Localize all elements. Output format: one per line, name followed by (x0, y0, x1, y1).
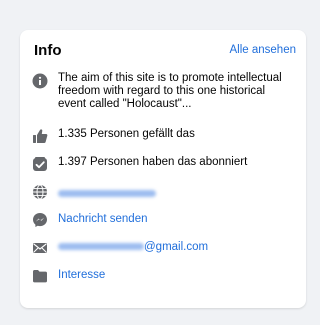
envelope-icon (32, 240, 48, 256)
likes-count: 1.335 Personen gefällt das (58, 128, 195, 140)
email-domain: @gmail.com (144, 241, 209, 253)
follow-check-icon (32, 156, 48, 172)
about-description-row: The aim of this site is to promote intel… (32, 72, 298, 111)
send-message-link[interactable]: Nachricht senden (58, 213, 148, 226)
website-text: http://codoh.com/ (156, 188, 157, 189)
globe-icon (32, 184, 48, 200)
category-icon (32, 268, 48, 284)
messenger-icon (32, 212, 48, 228)
thumbs-up-icon (32, 128, 48, 144)
see-all-link[interactable]: Alle ansehen (230, 44, 297, 56)
category-row: Interesse (32, 268, 298, 284)
card-title: Info (34, 41, 62, 59)
website-row: http://codoh.com/ (32, 184, 298, 201)
info-card: Info Alle ansehen The aim of this site i… (20, 30, 306, 308)
category-link[interactable]: Interesse (58, 269, 105, 282)
website-link[interactable]: http://codoh.com/ (58, 188, 156, 201)
followers-row: 1.397 Personen haben das abonniert (32, 156, 298, 172)
info-icon (32, 73, 48, 89)
card-header: Info Alle ansehen (34, 40, 296, 60)
followers-count: 1.397 Personen haben das abonniert (58, 156, 248, 168)
message-row: Nachricht senden (32, 212, 298, 228)
likes-row: 1.335 Personen gefällt das (32, 128, 298, 144)
email-row: codohcodonach@gmail.com (32, 240, 298, 256)
email-link[interactable]: codohcodonach@gmail.com (58, 241, 208, 254)
about-description: The aim of this site is to promote intel… (58, 72, 282, 110)
